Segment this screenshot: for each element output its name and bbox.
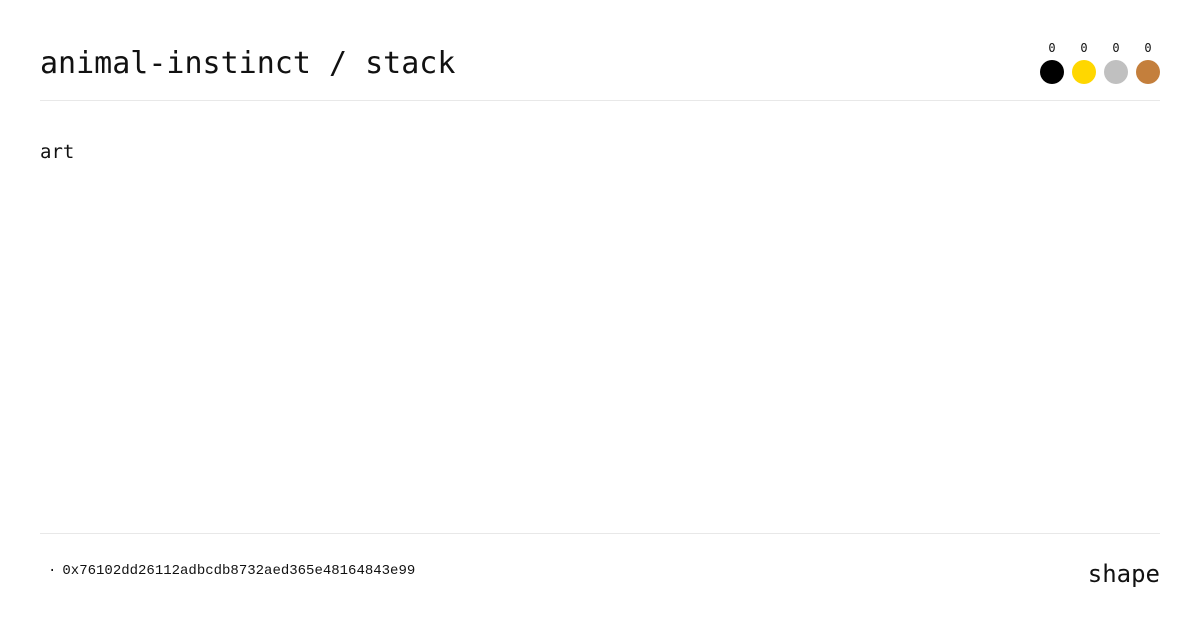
separator-dot: · xyxy=(48,563,57,579)
page-title: animal-instinct / stack xyxy=(40,46,456,81)
badge-count: 0 xyxy=(1048,41,1056,55)
category-tag[interactable]: art xyxy=(40,140,74,164)
badge-count: 0 xyxy=(1080,41,1088,55)
badge-bronze[interactable]: 0 xyxy=(1136,40,1160,84)
black-dot-icon xyxy=(1040,60,1064,84)
address-text: 0x76102dd26112adbcdb8732aed365e48164843e… xyxy=(62,563,416,579)
gold-dot-icon xyxy=(1072,60,1096,84)
bronze-dot-icon xyxy=(1136,60,1160,84)
badge-group: 0 0 0 0 xyxy=(1040,40,1160,84)
badge-count: 0 xyxy=(1112,41,1120,55)
badge-black[interactable]: 0 xyxy=(1040,40,1064,84)
badge-count: 0 xyxy=(1144,41,1152,55)
contract-address[interactable]: · 0x76102dd26112adbcdb8732aed365e48164843… xyxy=(48,562,415,580)
badge-gold[interactable]: 0 xyxy=(1072,40,1096,84)
brand-logo[interactable]: shape xyxy=(1088,560,1160,588)
badge-silver[interactable]: 0 xyxy=(1104,40,1128,84)
header: animal-instinct / stack 0 0 0 0 xyxy=(40,0,1160,101)
silver-dot-icon xyxy=(1104,60,1128,84)
footer: · 0x76102dd26112adbcdb8732aed365e48164843… xyxy=(40,533,1160,631)
